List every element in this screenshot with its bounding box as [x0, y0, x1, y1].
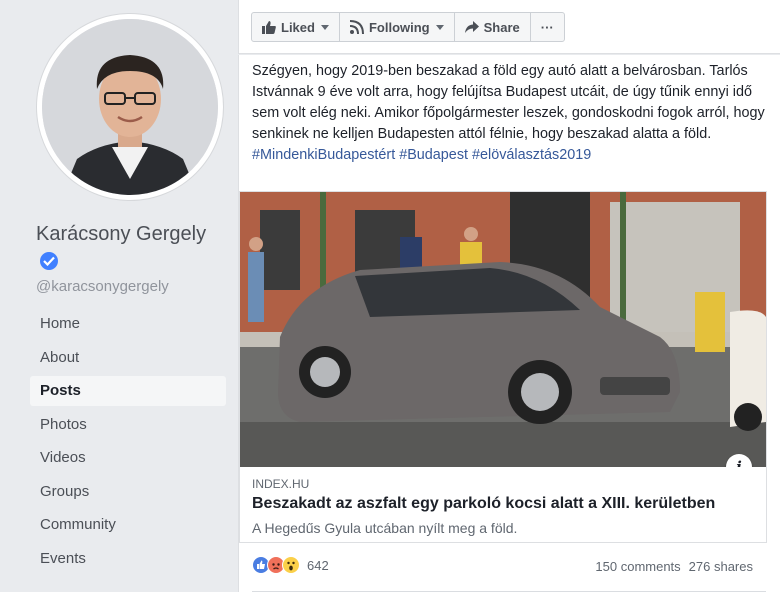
main-column: Liked Following Share ··· Szégyen, hogy … [238, 0, 780, 592]
link-photo [240, 192, 766, 467]
wow-reaction-icon [282, 556, 300, 574]
share-arrow-icon [464, 21, 479, 33]
link-preview-meta: INDEX.HU Beszakadt az aszfalt egy parkol… [240, 467, 766, 542]
link-domain: INDEX.HU [252, 477, 310, 491]
nav-item-photos[interactable]: Photos [30, 410, 226, 440]
nav-item-videos[interactable]: Videos [30, 443, 226, 473]
post-footer: 642 150 comments 276 shares [239, 553, 767, 583]
link-description: A Hegedűs Gyula utcában nyílt meg a föld… [252, 520, 518, 536]
liked-button[interactable]: Liked [252, 13, 340, 41]
comments-count[interactable]: 150 comments [595, 559, 680, 574]
verified-badge-icon [40, 252, 58, 270]
chevron-down-icon [320, 24, 329, 30]
reaction-summary[interactable]: 642 [252, 556, 329, 574]
rss-feed-icon [349, 20, 364, 34]
liked-label: Liked [281, 19, 315, 35]
reaction-count: 642 [307, 557, 329, 573]
post-message: Szégyen, hogy 2019-ben beszakad a föld e… [252, 63, 765, 142]
more-dots-icon: ··· [540, 19, 554, 35]
shares-count[interactable]: 276 shares [689, 559, 753, 574]
nav-item-about[interactable]: About [30, 343, 226, 373]
page-name[interactable]: Karácsony Gergely [36, 220, 216, 276]
page-action-bar: Liked Following Share ··· [238, 0, 780, 54]
thumbs-up-icon [262, 20, 276, 34]
page-handle[interactable]: @karacsonygergely [36, 278, 169, 295]
nav-item-community[interactable]: Community [30, 510, 226, 540]
action-button-group: Liked Following Share ··· [251, 12, 565, 42]
nav-item-events[interactable]: Events [30, 544, 226, 574]
share-button[interactable]: Share [455, 13, 531, 41]
avatar [42, 19, 218, 195]
post-card: Szégyen, hogy 2019-ben beszakad a föld e… [238, 55, 780, 592]
nav-item-posts[interactable]: Posts [30, 376, 226, 406]
following-label: Following [368, 19, 430, 35]
nav-item-home[interactable]: Home [30, 309, 226, 339]
link-preview[interactable]: i INDEX.HU Beszakadt az aszfalt egy park… [239, 191, 767, 543]
link-title[interactable]: Beszakadt az aszfalt egy parkoló kocsi a… [252, 495, 754, 513]
nav-item-groups[interactable]: Groups [30, 477, 226, 507]
post-hashtags[interactable]: #MindenkiBudapestért #Budapest #elöválas… [252, 147, 591, 163]
link-preview-image[interactable] [240, 192, 766, 467]
more-options-button[interactable]: ··· [531, 13, 564, 41]
left-column: Karácsony Gergely @karacsonygergely Home… [0, 0, 238, 592]
profile-picture[interactable] [37, 14, 223, 200]
post-stats: 150 comments 276 shares [595, 559, 753, 574]
chevron-down-icon [435, 24, 444, 30]
following-button[interactable]: Following [340, 13, 455, 41]
page-name-text: Karácsony Gergely [36, 223, 207, 245]
avatar-photo [42, 19, 218, 195]
post-body: Szégyen, hogy 2019-ben beszakad a föld e… [252, 61, 772, 166]
share-label: Share [483, 19, 520, 35]
page-nav: Home About Posts Photos Videos Groups Co… [30, 309, 226, 577]
